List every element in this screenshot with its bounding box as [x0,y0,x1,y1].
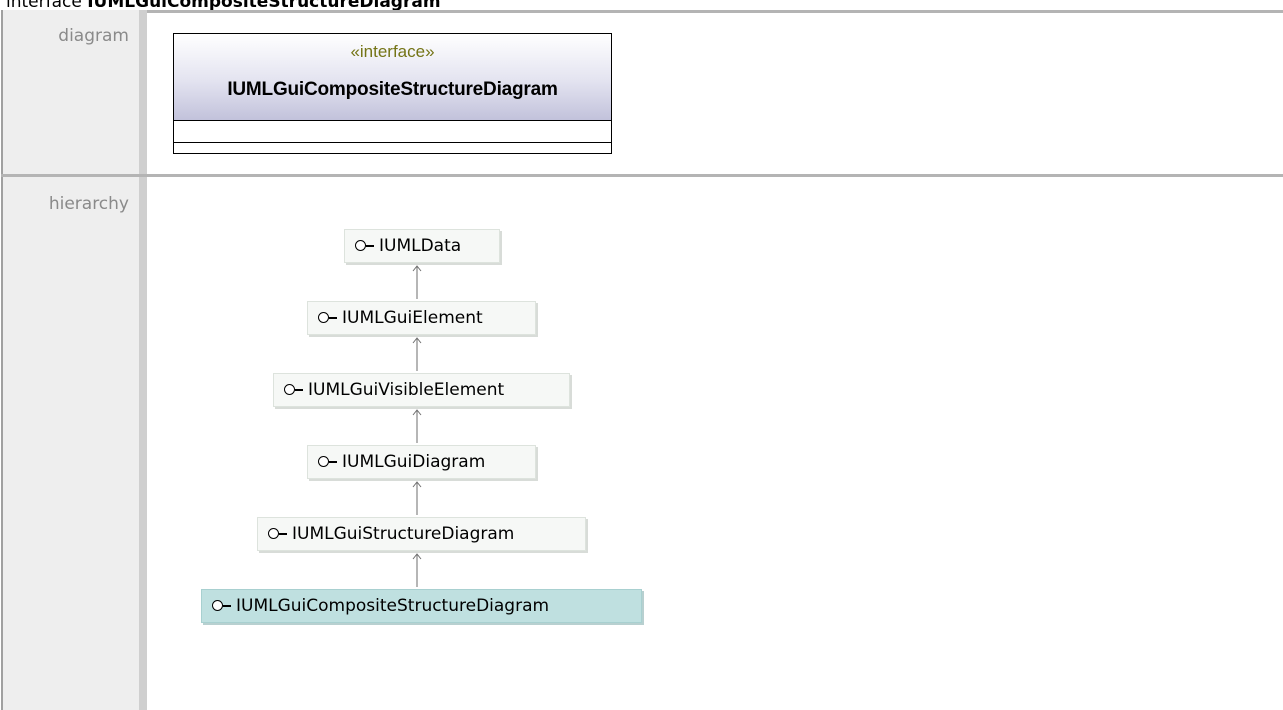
hierarchy-node-iumlguicompositestructurediagram: IUMLGuiCompositeStructureDiagram [201,589,642,623]
interface-lollipop-icon [212,600,232,612]
hierarchy-node-iumlguistructurediagram[interactable]: IUMLGuiStructureDiagram [257,517,586,551]
hierarchy-node-iumlguidiagram[interactable]: IUMLGuiDiagram [307,445,536,479]
hierarchy-node-iumlguivisibleelement[interactable]: IUMLGuiVisibleElement [273,373,570,407]
interface-lollipop-icon [355,240,375,252]
hierarchy-node-label: IUMLGuiElement [342,308,483,328]
interface-lollipop-icon [284,384,304,396]
hierarchy-node-label: IUMLData [379,236,462,256]
uml-stereotype: «interface» [350,42,435,61]
documentation-table: diagram hierarchy «interface» IUMLGuiCom… [1,10,1283,710]
interface-lollipop-icon [318,312,338,324]
hierarchy-node-iumlguielement[interactable]: IUMLGuiElement [307,301,536,335]
row-label-hierarchy: hierarchy [48,194,129,214]
hierarchy-node-iumldata[interactable]: IUMLData [344,229,500,263]
generalization-arrow-icon [410,409,424,443]
uml-operation-compartment-divider [174,142,611,143]
row-label-diagram: diagram [58,26,129,46]
uml-box-header: «interface» IUMLGuiCompositeStructureDia… [174,34,611,120]
generalization-arrow-icon [410,481,424,515]
generalization-arrow-icon [410,265,424,299]
generalization-arrow-icon [410,553,424,587]
hierarchy-node-label: IUMLGuiDiagram [342,452,486,472]
interface-lollipop-icon [318,456,338,468]
uml-interface-name: IUMLGuiCompositeStructureDiagram [227,79,558,100]
interface-lollipop-icon [268,528,288,540]
uml-interface-box: «interface» IUMLGuiCompositeStructureDia… [173,33,612,154]
hierarchy-node-label: IUMLGuiVisibleElement [308,380,505,400]
table-top-border [1,10,1283,13]
hierarchy-node-label: IUMLGuiCompositeStructureDiagram [236,596,550,616]
label-column: diagram hierarchy [1,10,147,710]
uml-attribute-compartment-divider [174,120,611,121]
generalization-arrow-icon [410,337,424,371]
hierarchy-node-label: IUMLGuiStructureDiagram [292,524,515,544]
row-divider [1,174,1283,177]
